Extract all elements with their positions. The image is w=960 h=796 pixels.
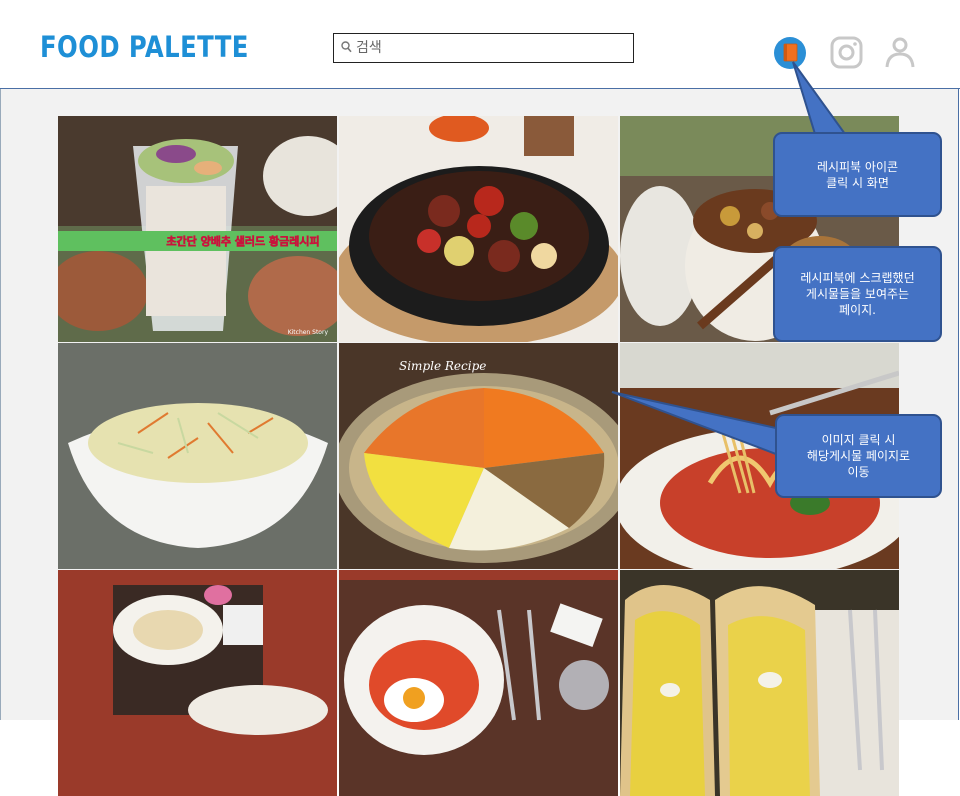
- recipe-tile-pasta-table[interactable]: [58, 570, 337, 796]
- svg-text:Kitchen Story: Kitchen Story: [288, 329, 329, 336]
- callout-recipebook-icon: 레시피북 아이콘 클릭 시 화면: [773, 132, 942, 217]
- tile-caption: Simple Recipe: [399, 359, 486, 373]
- recipe-tile-coleslaw[interactable]: [58, 343, 337, 569]
- recipebook-button[interactable]: [773, 36, 807, 74]
- recipe-tile-beef-stirfry[interactable]: [339, 116, 618, 342]
- food-palette-logo[interactable]: FOOD PALETTE: [40, 30, 249, 64]
- instagram-button[interactable]: [830, 36, 863, 73]
- recipe-tile-egg-sandwich[interactable]: [620, 570, 899, 796]
- top-header: FOOD PALETTE: [0, 0, 960, 89]
- search-icon: [341, 41, 352, 53]
- callout-text: 레시피북에 스크랩했던 게시물들을 보여주는 페이지.: [800, 271, 915, 317]
- recipe-tile-diced-vegetables[interactable]: Simple Recipe: [339, 343, 618, 569]
- profile-button[interactable]: [884, 37, 916, 73]
- svg-text:Simple Recipe: Simple Recipe: [399, 359, 486, 373]
- callout-text: 이미지 클릭 시 해당게시물 페이지로 이동: [806, 433, 911, 479]
- callout-scrap-page: 레시피북에 스크랩했던 게시물들을 보여주는 페이지.: [773, 246, 942, 342]
- instagram-icon: [830, 36, 863, 69]
- recipebook-icon: [774, 37, 806, 69]
- callout-text: 레시피북 아이콘 클릭 시 화면: [816, 159, 899, 190]
- tile-caption: 초간단 양배추 샐러드 황금레시피: [166, 234, 320, 249]
- search-box[interactable]: [333, 33, 634, 63]
- svg-text:초간단 양배추 샐러드 황금레시피: 초간단 양배추 샐러드 황금레시피: [166, 234, 319, 248]
- recipe-tile-cabbage-salad[interactable]: 초간단 양배추 샐러드 황금레시피 Kitchen Story: [58, 116, 337, 342]
- search-input[interactable]: [356, 36, 626, 60]
- callout-image-click: 이미지 클릭 시 해당게시물 페이지로 이동: [775, 414, 942, 498]
- user-icon: [885, 37, 915, 68]
- recipe-tile-egg-rice[interactable]: [339, 570, 618, 796]
